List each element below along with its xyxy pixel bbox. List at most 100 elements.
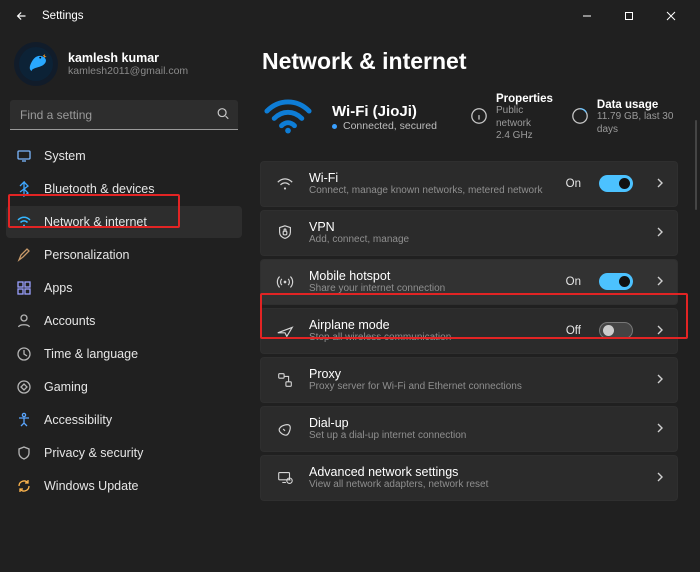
row-wifi[interactable]: Wi-FiConnect, manage known networks, met… (260, 161, 678, 207)
search-icon (216, 107, 230, 124)
person-icon (16, 313, 32, 329)
sidebar-item-label: Personalization (44, 248, 129, 262)
data-usage-icon (571, 107, 589, 128)
gaming-icon (16, 379, 32, 395)
properties-title: Properties (496, 93, 553, 105)
sidebar-item-label: Time & language (44, 347, 138, 361)
wifi-icon (16, 214, 32, 230)
info-icon (470, 107, 488, 128)
apps-icon (16, 280, 32, 296)
row-title: Dial-up (309, 416, 641, 430)
wifi-toggle[interactable] (599, 175, 633, 192)
data-usage-button[interactable]: Data usage11.79 GB, last 30 days (571, 99, 678, 136)
sidebar-item-time[interactable]: Time & language (6, 338, 242, 370)
brush-icon (16, 247, 32, 263)
back-button[interactable] (8, 2, 36, 30)
sidebar-item-network[interactable]: Network & internet (6, 206, 242, 238)
proxy-icon (275, 371, 295, 389)
chevron-right-icon (655, 226, 665, 240)
sidebar-item-label: Accounts (44, 314, 95, 328)
titlebar: Settings (0, 0, 700, 32)
system-icon (16, 148, 32, 164)
content: Network & internet Wi-Fi (JioJi) Connect… (248, 32, 700, 572)
row-dialup[interactable]: Dial-upSet up a dial-up internet connect… (260, 406, 678, 452)
dialup-icon (275, 420, 295, 438)
row-sub: Stop all wireless communication (309, 332, 552, 344)
row-title: Proxy (309, 367, 641, 381)
clock-globe-icon (16, 346, 32, 362)
profile-name: kamlesh kumar (68, 51, 188, 65)
sidebar-item-accessibility[interactable]: Accessibility (6, 404, 242, 436)
sidebar-item-system[interactable]: System (6, 140, 242, 172)
profile-email: kamlesh2011@gmail.com (68, 65, 188, 77)
chevron-right-icon (655, 373, 665, 387)
chevron-right-icon (655, 471, 665, 485)
airplane-toggle[interactable] (599, 322, 633, 339)
sidebar-item-apps[interactable]: Apps (6, 272, 242, 304)
row-hotspot[interactable]: Mobile hotspotShare your internet connec… (260, 259, 678, 305)
sidebar-item-gaming[interactable]: Gaming (6, 371, 242, 403)
sidebar-item-update[interactable]: Windows Update (6, 470, 242, 502)
chevron-right-icon (655, 275, 665, 289)
row-state: On (566, 276, 581, 288)
airplane-icon (275, 322, 295, 340)
row-title: VPN (309, 220, 641, 234)
sidebar-item-privacy[interactable]: Privacy & security (6, 437, 242, 469)
scrollbar[interactable] (695, 120, 697, 210)
row-sub: Set up a dial-up internet connection (309, 430, 641, 442)
status-main[interactable]: Wi-Fi (JioJi) Connected, secured (332, 103, 452, 132)
sidebar-item-label: Bluetooth & devices (44, 182, 155, 196)
wifi-icon (275, 175, 295, 193)
usage-sub: 11.79 GB, last 30 days (597, 111, 678, 136)
row-sub: Share your internet connection (309, 283, 552, 295)
row-sub: Connect, manage known networks, metered … (309, 185, 552, 197)
window-title: Settings (42, 10, 84, 22)
row-title: Mobile hotspot (309, 269, 552, 283)
sidebar: kamlesh kumar kamlesh2011@gmail.com Syst… (0, 32, 248, 572)
wifi-big-icon (262, 96, 314, 139)
sidebar-item-label: System (44, 149, 86, 163)
row-state: On (566, 178, 581, 190)
sidebar-item-personalization[interactable]: Personalization (6, 239, 242, 271)
usage-title: Data usage (597, 99, 678, 111)
close-button[interactable] (650, 2, 692, 30)
ssid: Wi-Fi (JioJi) (332, 103, 452, 120)
minimize-button[interactable] (566, 2, 608, 30)
sidebar-item-label: Privacy & security (44, 446, 143, 460)
page-title: Network & internet (262, 48, 678, 75)
profile-block[interactable]: kamlesh kumar kamlesh2011@gmail.com (6, 38, 242, 100)
row-sub: Proxy server for Wi-Fi and Ethernet conn… (309, 381, 641, 393)
row-sub: View all network adapters, network reset (309, 479, 641, 491)
sidebar-item-label: Network & internet (44, 215, 147, 229)
row-vpn[interactable]: VPNAdd, connect, manage (260, 210, 678, 256)
advanced-network-icon (275, 469, 295, 487)
avatar (14, 42, 58, 86)
hotspot-icon (275, 273, 295, 291)
row-advanced[interactable]: Advanced network settingsView all networ… (260, 455, 678, 501)
vpn-shield-icon (275, 224, 295, 242)
sidebar-item-label: Gaming (44, 380, 88, 394)
shield-icon (16, 445, 32, 461)
status-row: Wi-Fi (JioJi) Connected, secured Propert… (260, 91, 678, 161)
row-sub: Add, connect, manage (309, 234, 641, 246)
chevron-right-icon (655, 324, 665, 338)
row-title: Airplane mode (309, 318, 552, 332)
row-airplane[interactable]: Airplane modeStop all wireless communica… (260, 308, 678, 354)
sidebar-item-label: Windows Update (44, 479, 139, 493)
accessibility-icon (16, 412, 32, 428)
maximize-button[interactable] (608, 2, 650, 30)
row-proxy[interactable]: ProxyProxy server for Wi-Fi and Ethernet… (260, 357, 678, 403)
sidebar-item-label: Apps (44, 281, 73, 295)
connected-dot-icon (332, 124, 337, 129)
properties-button[interactable]: PropertiesPublic network 2.4 GHz (470, 93, 553, 143)
nav: System Bluetooth & devices Network & int… (6, 140, 242, 502)
row-title: Advanced network settings (309, 465, 641, 479)
chevron-right-icon (655, 422, 665, 436)
hotspot-toggle[interactable] (599, 273, 633, 290)
bluetooth-icon (16, 181, 32, 197)
sidebar-item-accounts[interactable]: Accounts (6, 305, 242, 337)
chevron-right-icon (655, 177, 665, 191)
row-state: Off (566, 325, 581, 337)
search-input[interactable] (10, 100, 238, 130)
sidebar-item-bluetooth[interactable]: Bluetooth & devices (6, 173, 242, 205)
